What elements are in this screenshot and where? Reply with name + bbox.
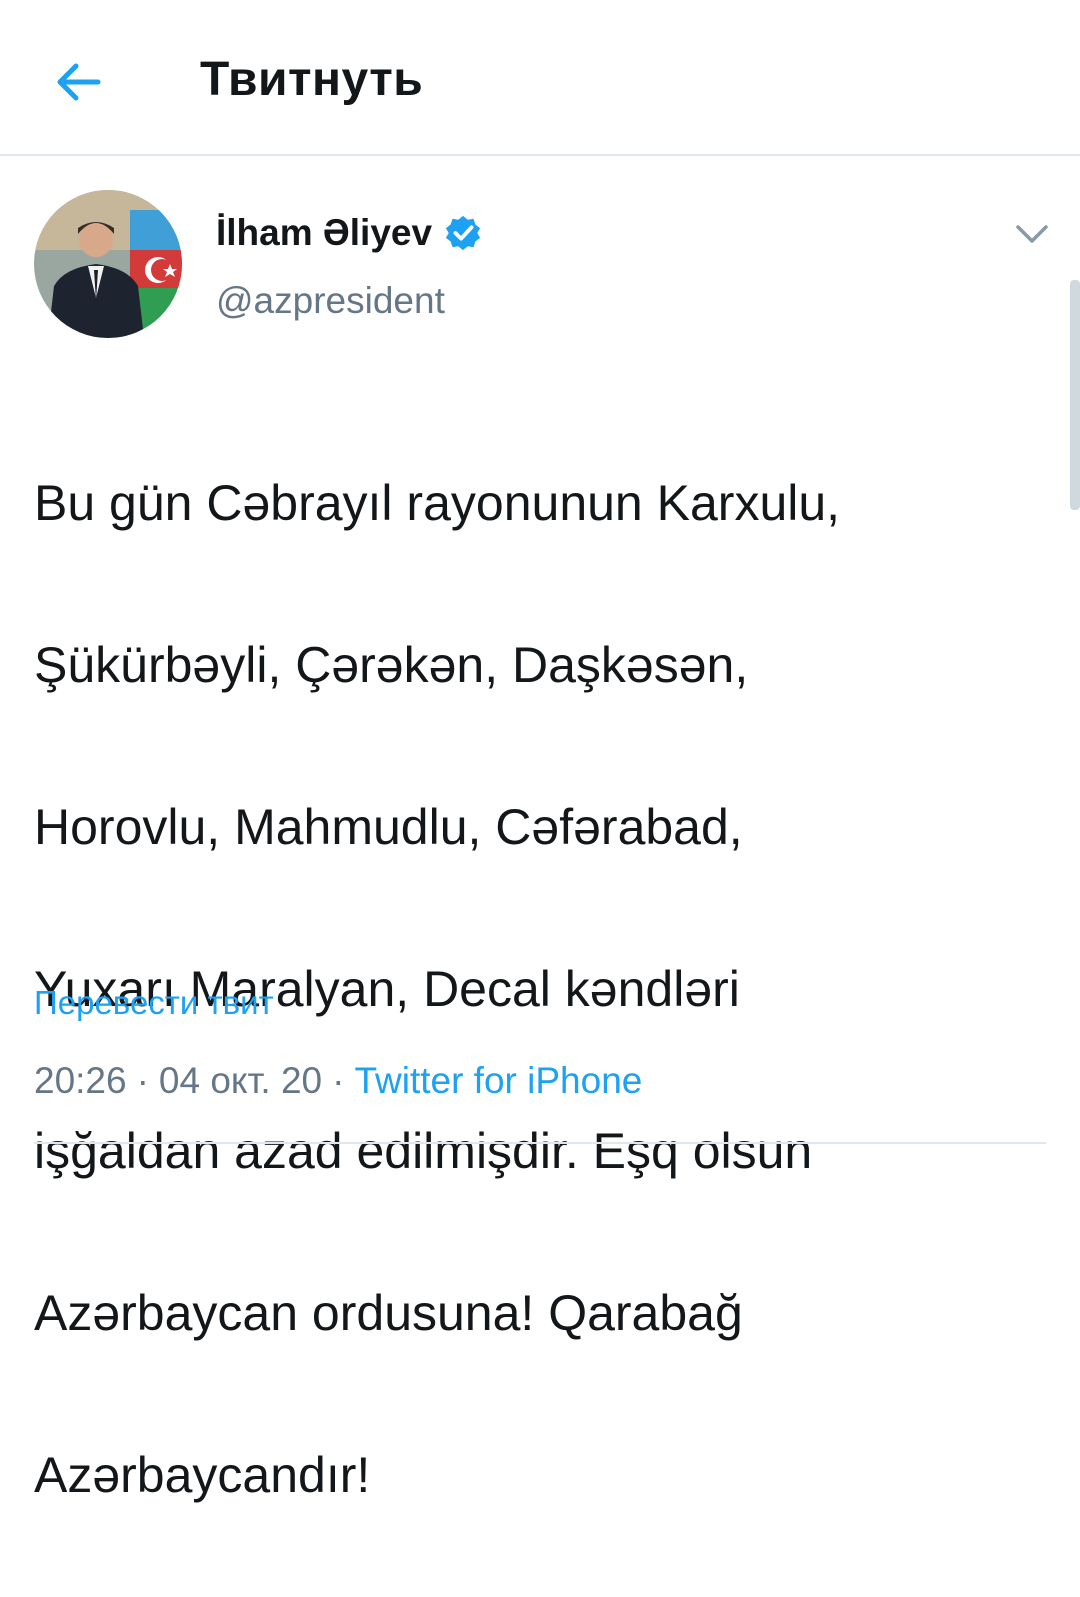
author-name: İlham Əliyev <box>216 212 433 253</box>
scrollbar[interactable] <box>1070 280 1080 510</box>
author-handle[interactable]: @azpresident <box>216 280 445 322</box>
page-title: Твитнуть <box>200 53 424 106</box>
verified-badge-icon <box>445 215 481 251</box>
tweet-text-line: işğaldan azad edilmişdir. Eşq olsun <box>34 1123 813 1179</box>
back-button[interactable] <box>40 44 116 120</box>
meta-separator: · <box>332 1060 345 1101</box>
more-options-button[interactable] <box>1010 212 1054 256</box>
profile-photo <box>34 190 182 338</box>
top-bar: Твитнуть <box>0 0 1080 156</box>
tweet-text-line: Bu gün Cəbrayıl rayonunun Karxulu, <box>34 475 841 531</box>
tweet-text-line: Şükürbəyli, Çərəkən, Daşkəsən, <box>34 637 749 693</box>
translate-tweet-link[interactable]: Перевести твит <box>34 984 274 1022</box>
tweet-text-line: Azərbaycan ordusuna! Qarabağ <box>34 1285 743 1341</box>
arrow-left-icon <box>57 63 101 101</box>
chevron-down-icon <box>1016 225 1048 243</box>
divider <box>34 1142 1046 1144</box>
tweet-meta: 20:26 · 04 окт. 20 · Twitter for iPhone <box>34 1060 642 1102</box>
tweet-source-link[interactable]: Twitter for iPhone <box>354 1060 642 1102</box>
tweet-time: 20:26 <box>34 1060 127 1101</box>
tweet-text-line: Horovlu, Mahmudlu, Cəfərabad, <box>34 799 743 855</box>
avatar[interactable] <box>34 190 182 338</box>
author-row[interactable]: İlham Əliyev <box>216 208 482 258</box>
tweet-date: 04 окт. 20 <box>158 1060 323 1101</box>
meta-separator: · <box>136 1060 149 1101</box>
tweet-text-line: Azərbaycandır! <box>34 1447 371 1503</box>
